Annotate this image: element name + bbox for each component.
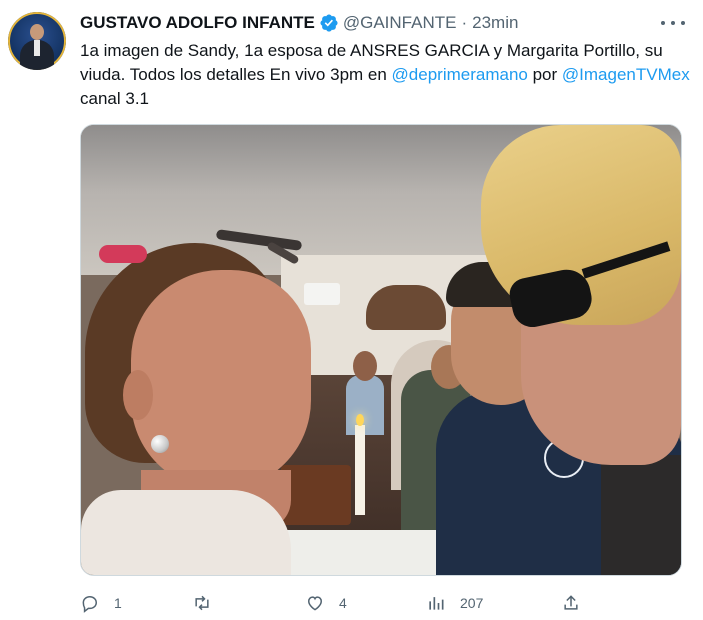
more-dot	[671, 21, 675, 25]
tweet-header: GUSTAVO ADOLFO INFANTE @GAINFANTE · 23mi…	[80, 12, 518, 34]
tweet-card[interactable]: GUSTAVO ADOLFO INFANTE @GAINFANTE · 23mi…	[0, 0, 703, 620]
hair-scrunchie	[99, 245, 147, 263]
author-avatar[interactable]	[8, 12, 66, 70]
wall-shelf	[366, 285, 446, 330]
tweet-text-part2: por	[527, 65, 562, 84]
tweet-text: 1a imagen de Sandy, 1a esposa de ANSRES …	[80, 39, 690, 111]
candle-flame	[356, 414, 364, 426]
analytics-icon	[429, 597, 444, 610]
more-options-icon[interactable]	[661, 12, 685, 34]
more-dot	[681, 21, 685, 25]
woman-face	[131, 270, 311, 490]
separator-dot: ·	[461, 13, 468, 32]
photographer-person	[346, 375, 384, 435]
tweet-actions: 1 4 207	[80, 590, 680, 616]
reply-count: 1	[114, 595, 122, 611]
retweet-icon	[195, 595, 209, 611]
avatar-shirt	[34, 40, 40, 56]
candle	[355, 425, 365, 515]
tweet-photo[interactable]	[80, 124, 682, 576]
reply-icon	[82, 595, 98, 613]
mention-deprimeramano[interactable]: @deprimeramano	[392, 65, 528, 84]
more-dot	[661, 21, 665, 25]
woman-ear	[123, 370, 153, 420]
avatar-head	[30, 24, 44, 40]
white-table	[271, 530, 441, 575]
tweet-time[interactable]: 23min	[472, 13, 518, 33]
share-button[interactable]	[561, 590, 581, 616]
woman-shirt	[81, 490, 291, 575]
author-name[interactable]: GUSTAVO ADOLFO INFANTE	[80, 13, 315, 33]
casket-box	[281, 465, 351, 525]
views-button[interactable]: 207	[426, 590, 483, 616]
reply-button[interactable]: 1	[80, 590, 122, 616]
views-count: 207	[460, 595, 484, 611]
mention-imagentvmex[interactable]: @ImagenTVMex	[562, 65, 690, 84]
photographer-head	[353, 351, 377, 381]
author-handle[interactable]: @GAINFANTE	[343, 13, 457, 33]
verified-badge-icon	[320, 14, 338, 32]
air-conditioner	[304, 283, 340, 305]
elderly-woman-body	[601, 455, 681, 575]
retweet-button[interactable]	[192, 590, 226, 616]
tweet-text-part3: canal 3.1	[80, 89, 149, 108]
like-button[interactable]: 4	[305, 590, 347, 616]
pearl-earring	[151, 435, 169, 453]
like-count: 4	[339, 595, 347, 611]
share-icon	[564, 595, 578, 610]
heart-icon	[307, 596, 323, 611]
